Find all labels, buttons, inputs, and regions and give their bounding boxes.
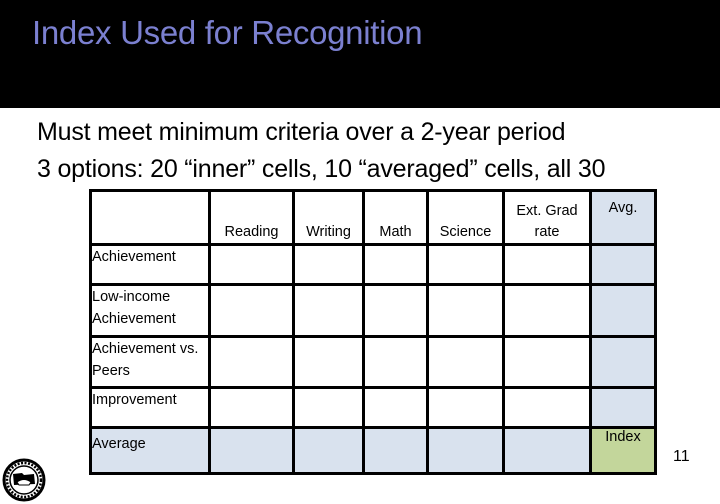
table-cell [208, 335, 295, 389]
table-cell [208, 283, 295, 338]
table-cell [362, 283, 429, 338]
table-row: Low-income Achievement [89, 283, 657, 338]
state-seal-icon [2, 458, 46, 502]
table-header-row: Reading Writing Math Science Ext. Grad r… [89, 189, 657, 246]
index-cell: Index [589, 426, 657, 475]
slide-title: Index Used for Recognition [32, 14, 423, 51]
row-label-achievement: Achievement [89, 243, 211, 286]
avg-cell [589, 243, 657, 286]
header-corner-cell [89, 189, 211, 246]
header-science: Science [426, 189, 505, 246]
avg-cell [589, 335, 657, 389]
average-cell [208, 426, 295, 475]
bullet-options: 3 options: 20 “inner” cells, 10 “average… [37, 155, 606, 183]
table-cell [426, 283, 505, 338]
index-table: Reading Writing Math Science Ext. Grad r… [89, 189, 657, 475]
header-writing: Writing [292, 189, 365, 246]
table-cell [502, 283, 592, 338]
row-label-improvement: Improvement [89, 386, 211, 429]
table-row: Achievement [89, 243, 657, 286]
table-cell [502, 335, 592, 389]
table-cell [426, 386, 505, 429]
title-bar: Index Used for Recognition [0, 0, 720, 108]
table-cell [502, 386, 592, 429]
table-cell [502, 243, 592, 286]
table-cell [362, 243, 429, 286]
table-cell [292, 335, 365, 389]
average-cell [426, 426, 505, 475]
average-cell [362, 426, 429, 475]
table-cell [426, 335, 505, 389]
table-cell [292, 283, 365, 338]
page-number: 11 [673, 448, 690, 465]
table-cell [362, 386, 429, 429]
header-avg: Avg. [589, 189, 657, 246]
row-label-low-income-achievement: Low-income Achievement [89, 283, 211, 338]
row-label-achievement-vs-peers: Achievement vs. Peers [89, 335, 211, 389]
header-ext-grad-rate: Ext. Grad rate [502, 189, 592, 246]
table-row: Improvement [89, 386, 657, 429]
table-cell [362, 335, 429, 389]
table-cell [292, 386, 365, 429]
header-math: Math [362, 189, 429, 246]
avg-cell [589, 283, 657, 338]
table-row: Achievement vs. Peers [89, 335, 657, 389]
bullet-criteria: Must meet minimum criteria over a 2-year… [37, 118, 566, 146]
row-label-average: Average [89, 426, 211, 475]
table-cell [426, 243, 505, 286]
avg-cell [589, 386, 657, 429]
table-row-average: Average Index [89, 426, 657, 475]
average-cell [502, 426, 592, 475]
header-reading: Reading [208, 189, 295, 246]
table-cell [208, 386, 295, 429]
table-cell [208, 243, 295, 286]
average-cell [292, 426, 365, 475]
table-cell [292, 243, 365, 286]
